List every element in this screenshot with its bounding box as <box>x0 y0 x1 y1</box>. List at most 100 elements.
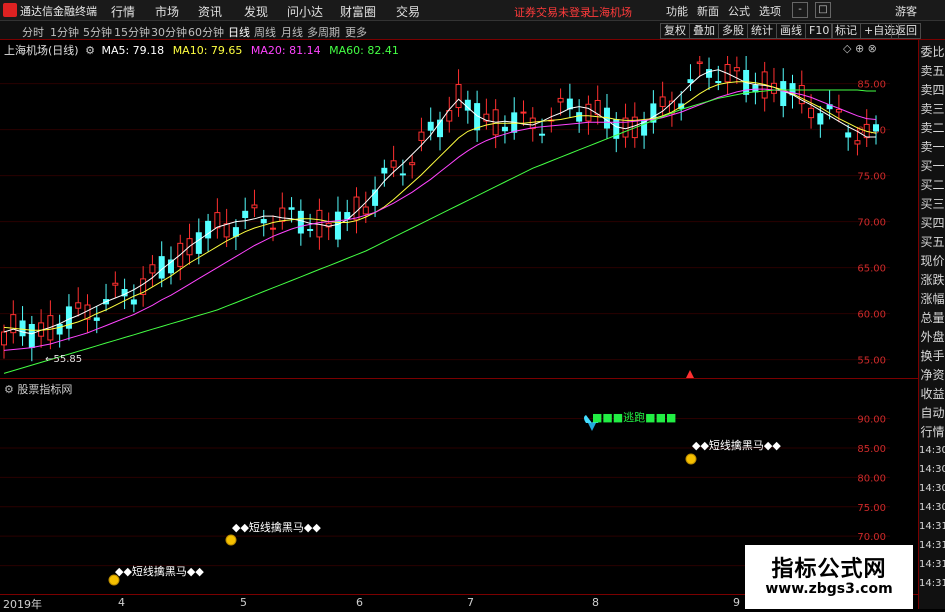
function-button[interactable]: 功能 <box>666 3 688 19</box>
minimize-icon[interactable]: - <box>792 2 808 18</box>
tab-more[interactable]: 更多 <box>345 24 367 40</box>
y-tick-label: 55.00 <box>857 356 886 367</box>
candle-body <box>501 126 508 132</box>
new-page-button[interactable]: 新面 <box>697 3 719 19</box>
tab-weekly[interactable]: 周线 <box>254 24 276 40</box>
login-status[interactable]: 证券交易未登录 <box>514 4 591 20</box>
overlay-button[interactable]: 叠加 <box>689 23 719 39</box>
candle-body <box>687 79 694 84</box>
tab-60min[interactable]: 60分钟 <box>188 24 224 40</box>
menu-trade[interactable]: 交易 <box>396 3 420 20</box>
app-name: 通达信金融终端 <box>20 5 97 18</box>
sidebar-item-26[interactable]: 14:31 <box>919 536 945 556</box>
sidebar-item-21[interactable]: 14:30 <box>919 441 945 461</box>
sidebar-item-18[interactable]: 收益 <box>919 384 945 404</box>
right-info-sidebar: 委比 卖五 卖四 卖三 卖二 卖一 买一 买二 买三 买四 买五 现价 涨跌 涨幅 总量 外盘 换手 净资 收益 自动… <box>918 40 945 609</box>
sidebar-item-11[interactable]: 现价 <box>919 251 945 271</box>
back-button[interactable]: 返回 <box>891 23 921 39</box>
menu-ask[interactable]: 问小达 <box>287 3 323 20</box>
title-bar: 通达信金融终端 行情 市场 资讯 发现 问小达 财富圈 交易 证券交易未登录 上… <box>0 0 945 21</box>
tab-30min[interactable]: 30分钟 <box>151 24 187 40</box>
multi-stock-button[interactable]: 多股 <box>718 23 748 39</box>
sidebar-item-17[interactable]: 净资 <box>919 365 945 385</box>
tab-1min[interactable]: 1分钟 <box>50 24 79 40</box>
tab-daily[interactable]: 日线 <box>228 24 250 40</box>
formula-button[interactable]: 公式 <box>728 3 750 19</box>
candle-body <box>214 212 221 229</box>
adjust-button[interactable]: 复权 <box>660 23 690 39</box>
tab-multi-period[interactable]: 多周期 <box>307 24 340 40</box>
draw-line-button[interactable]: 画线 <box>776 23 806 39</box>
app-logo-icon <box>3 3 17 17</box>
sidebar-item-3[interactable]: 卖三 <box>919 99 945 119</box>
y-tick-label: 85.00 <box>857 80 886 91</box>
sidebar-item-8[interactable]: 买三 <box>919 194 945 214</box>
sidebar-item-13[interactable]: 涨幅 <box>919 289 945 309</box>
candle-body <box>56 323 63 335</box>
sidebar-item-4[interactable]: 卖二 <box>919 118 945 138</box>
sidebar-item-9[interactable]: 买四 <box>919 213 945 233</box>
current-stock-name: 上海机场 <box>588 6 632 19</box>
stats-button[interactable]: 统计 <box>747 23 777 39</box>
tab-5min[interactable]: 5分钟 <box>83 24 112 40</box>
menu-quotes[interactable]: 行情 <box>111 3 135 20</box>
sidebar-item-2[interactable]: 卖四 <box>919 80 945 100</box>
signal-label-buy-3: ◆◆短线擒黑马◆◆ <box>692 439 781 452</box>
pane-divider <box>0 378 918 379</box>
sidebar-item-10[interactable]: 买五 <box>919 232 945 252</box>
sidebar-item-16[interactable]: 换手 <box>919 346 945 366</box>
ma-line-ma5 <box>3 69 876 335</box>
candlestick-chart[interactable]: 85.0080.0075.0070.0065.0060.0055.0088.90… <box>0 56 918 378</box>
sidebar-item-1[interactable]: 卖五 <box>919 61 945 81</box>
sidebar-item-22[interactable]: 14:30 <box>919 460 945 480</box>
sidebar-item-6[interactable]: 买一 <box>919 156 945 176</box>
candle-body <box>585 103 592 122</box>
marker-icon <box>686 370 694 378</box>
candle-body <box>307 228 314 231</box>
guest-label[interactable]: 游客 <box>895 3 917 19</box>
menu-wealth[interactable]: 财富圈 <box>340 3 376 20</box>
tab-15min[interactable]: 15分钟 <box>114 24 150 40</box>
ind-y-tick-label: 85.00 <box>857 444 886 455</box>
period-tab-bar: 分时 1分钟 5分钟 15分钟 30分钟 60分钟 日线 周线 月线 多周期 更… <box>0 21 945 40</box>
candle-body <box>529 117 536 129</box>
candle-body <box>279 207 286 222</box>
panel-controls-icon[interactable]: ◇ ⊕ ⊗ <box>843 42 877 55</box>
sidebar-item-14[interactable]: 总量 <box>919 308 945 328</box>
candle-body <box>390 160 397 168</box>
sidebar-item-5[interactable]: 卖一 <box>919 137 945 157</box>
candle-body <box>362 206 369 215</box>
candle-body <box>297 210 304 234</box>
y-tick-label: 65.00 <box>857 264 886 275</box>
options-button[interactable]: 选项 <box>759 3 781 19</box>
candle-body <box>576 112 583 122</box>
date-label-sep: 9 <box>733 596 740 609</box>
tab-monthly[interactable]: 月线 <box>281 24 303 40</box>
f10-button[interactable]: F10 <box>805 23 834 39</box>
date-label-jul: 7 <box>467 596 474 609</box>
sidebar-item-12[interactable]: 涨跌 <box>919 270 945 290</box>
sidebar-item-20[interactable]: 行情 <box>919 422 945 442</box>
candle-body <box>112 282 119 286</box>
date-label-aug: 8 <box>592 596 599 609</box>
sidebar-item-24[interactable]: 14:30 <box>919 498 945 518</box>
maximize-icon[interactable]: □ <box>815 2 831 18</box>
sidebar-item-7[interactable]: 买二 <box>919 175 945 195</box>
sidebar-item-27[interactable]: 14:31 <box>919 555 945 575</box>
sidebar-item-23[interactable]: 14:30 <box>919 479 945 499</box>
menu-market[interactable]: 市场 <box>155 3 179 20</box>
sidebar-item-28[interactable]: 14:31 <box>919 574 945 594</box>
low-annotation: ←55.85 <box>45 354 82 365</box>
candle-body <box>418 131 425 141</box>
menu-discover[interactable]: 发现 <box>244 3 268 20</box>
sidebar-item-19[interactable]: 自动 <box>919 403 945 423</box>
mark-button[interactable]: 标记 <box>831 23 861 39</box>
candle-body <box>659 96 666 107</box>
tab-intraday[interactable]: 分时 <box>22 24 44 40</box>
menu-news[interactable]: 资讯 <box>198 3 222 20</box>
sidebar-item-15[interactable]: 外盘 <box>919 327 945 347</box>
sidebar-item-0[interactable]: 委比 <box>919 42 945 62</box>
sidebar-item-25[interactable]: 14:31 <box>919 517 945 537</box>
candle-body <box>808 107 815 119</box>
candle-body <box>835 108 842 113</box>
